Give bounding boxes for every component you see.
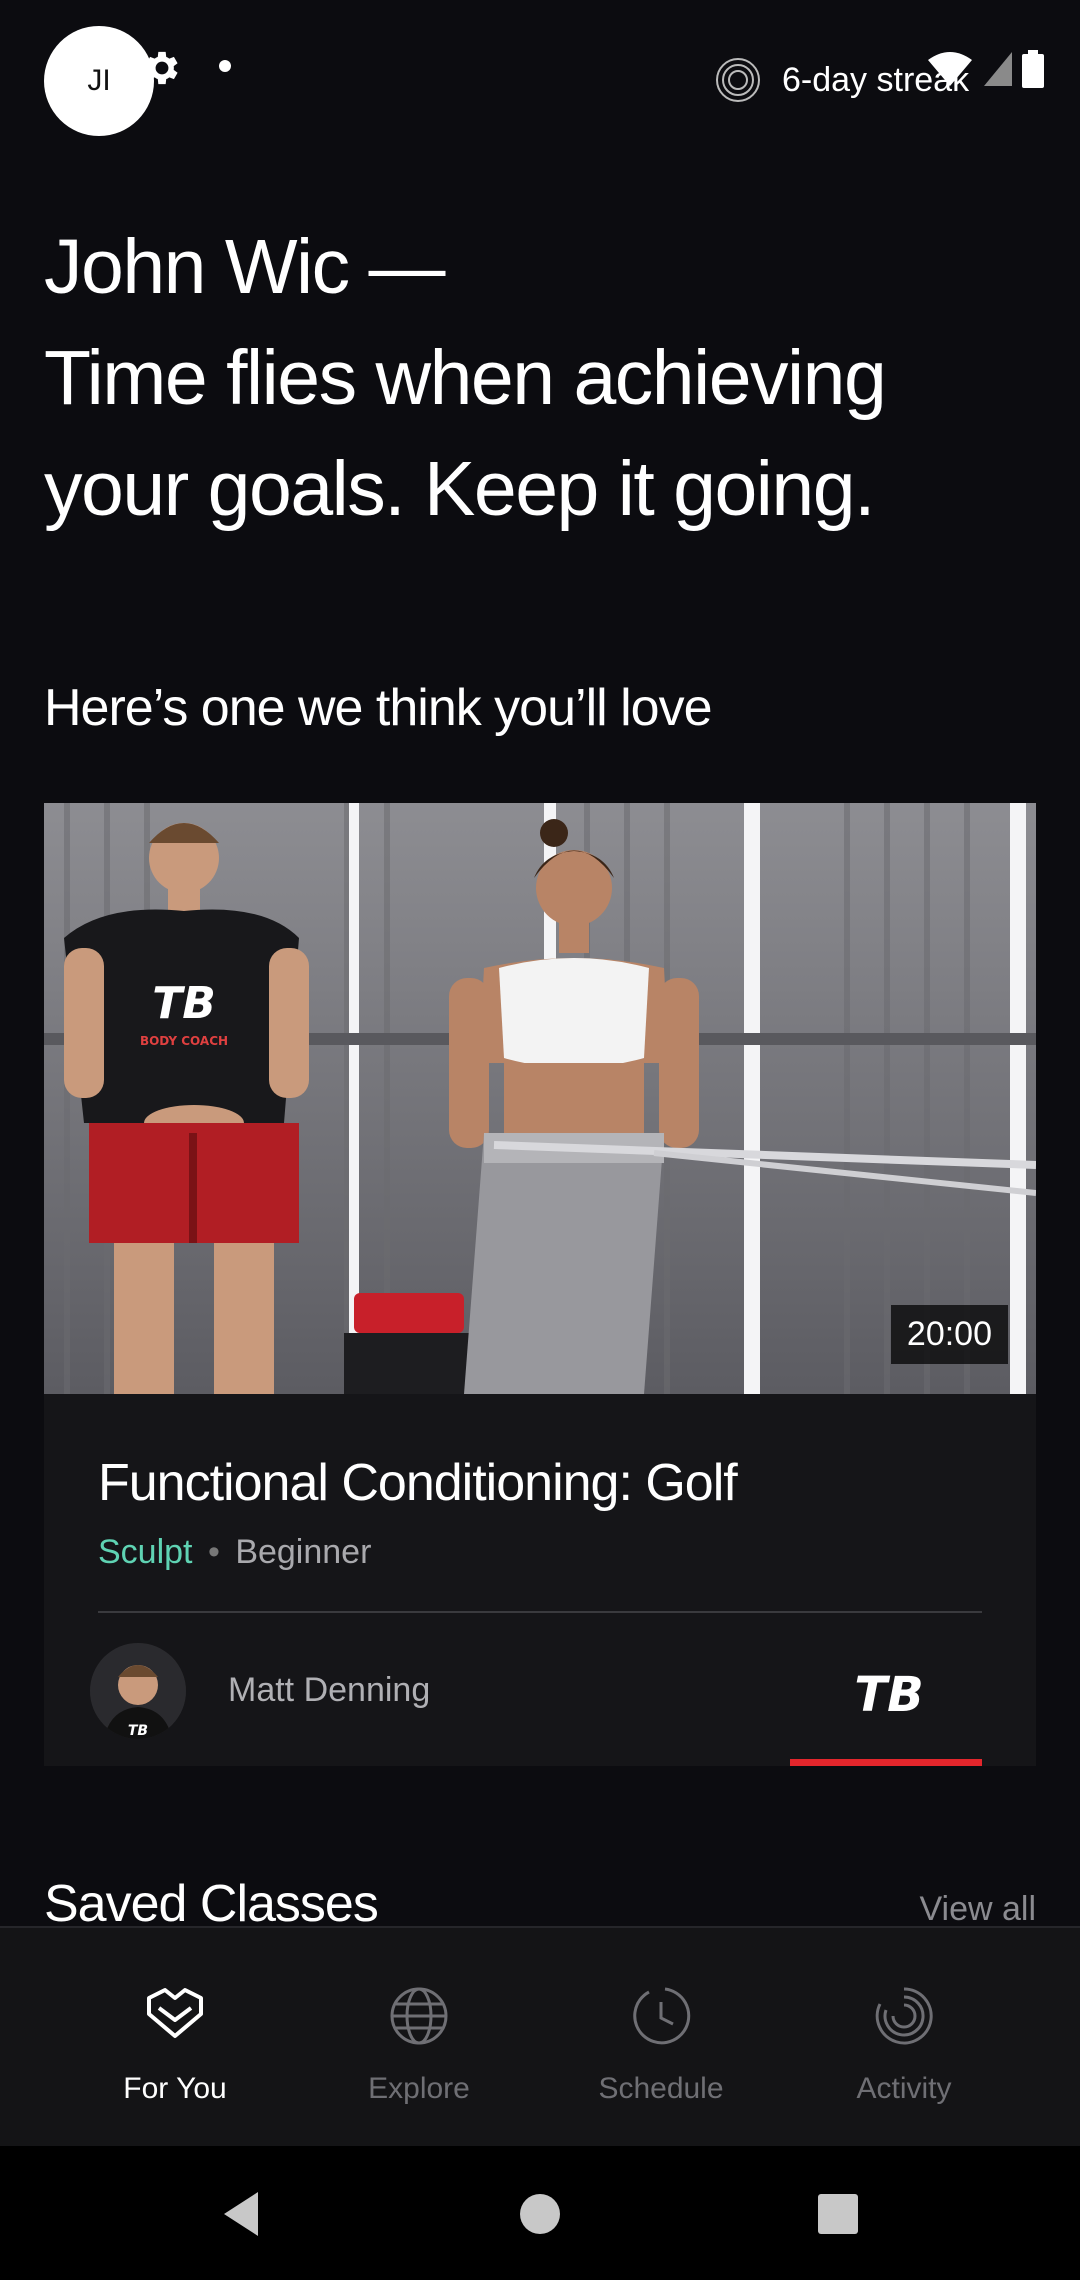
svg-text:TB: TB (128, 1723, 148, 1739)
class-level: Beginner (235, 1533, 372, 1571)
recommended-class-card[interactable]: TB BODY COACH 20:00 Functional Condition… (44, 803, 1036, 1766)
saved-classes-heading: Saved Classes (44, 1880, 379, 1928)
nav-label-schedule: Schedule (598, 2072, 724, 2105)
class-thumbnail[interactable]: TB BODY COACH 20:00 (44, 803, 1036, 1394)
gear-icon[interactable] (140, 46, 184, 90)
clock-icon (633, 1987, 691, 2045)
greeting-line-1: John Wic — (44, 224, 446, 310)
instructor-avatar[interactable]: TB (90, 1643, 186, 1739)
system-navigation-bar (0, 2146, 1080, 2280)
nav-for-you[interactable]: For You (65, 1984, 285, 2106)
avatar-initials: JI (87, 64, 111, 97)
class-title: Functional Conditioning: Golf (98, 1454, 738, 1512)
nav-schedule[interactable]: Schedule (551, 1984, 771, 2106)
activity-icon (875, 1987, 933, 2045)
greeting-line-3: your goals. Keep it going. (44, 446, 875, 532)
instructor-photo: TB (90, 1643, 186, 1739)
saved-classes-header: Saved Classes View all (44, 1880, 1036, 1928)
meta-separator: • (207, 1533, 220, 1571)
battery-icon (1022, 50, 1044, 88)
back-icon[interactable] (214, 2186, 270, 2242)
status-bar: JI 6-day streak (0, 0, 1080, 136)
instructor-name[interactable]: Matt Denning (228, 1671, 430, 1710)
home-icon[interactable] (512, 2186, 568, 2242)
nav-activity[interactable]: Activity (794, 1984, 1014, 2106)
wifi-icon (928, 52, 972, 86)
heart-icon (147, 1988, 203, 2038)
bottom-navigation: For You Explore Schedule Activity (0, 1926, 1080, 2146)
brand-accent-bar (790, 1759, 982, 1766)
notification-dot (219, 60, 231, 72)
greeting-headline: John Wic — Time flies when achieving you… (44, 212, 1044, 545)
streak-rings-icon (716, 58, 760, 102)
nav-explore[interactable]: Explore (309, 1984, 529, 2106)
svg-text:TB: TB (152, 978, 216, 1029)
class-category: Sculpt (98, 1533, 193, 1571)
recents-icon[interactable] (810, 2186, 866, 2242)
nav-label-explore: Explore (368, 2072, 470, 2105)
class-thumbnail-image: TB BODY COACH (44, 803, 1036, 1394)
nav-label-for-you: For You (123, 2072, 227, 2105)
recommendation-heading: Here’s one we think you’ll love (44, 679, 713, 737)
tb12-logo-icon: TB (854, 1667, 923, 1721)
shirt-text: BODY COACH (140, 1034, 228, 1048)
nav-label-activity: Activity (856, 2072, 952, 2105)
class-duration: 20:00 (890, 1305, 1008, 1364)
system-icons (926, 50, 1044, 88)
class-meta: Sculpt • Beginner (98, 1533, 371, 1572)
signal-icon (984, 52, 1012, 86)
profile-avatar-button[interactable]: JI (44, 26, 154, 136)
svg-text:TB: TB (854, 1667, 923, 1721)
card-divider (98, 1611, 982, 1613)
greeting-line-2: Time flies when achieving (44, 335, 887, 421)
view-all-link[interactable]: View all (919, 1890, 1036, 1928)
globe-icon (390, 1987, 448, 2045)
